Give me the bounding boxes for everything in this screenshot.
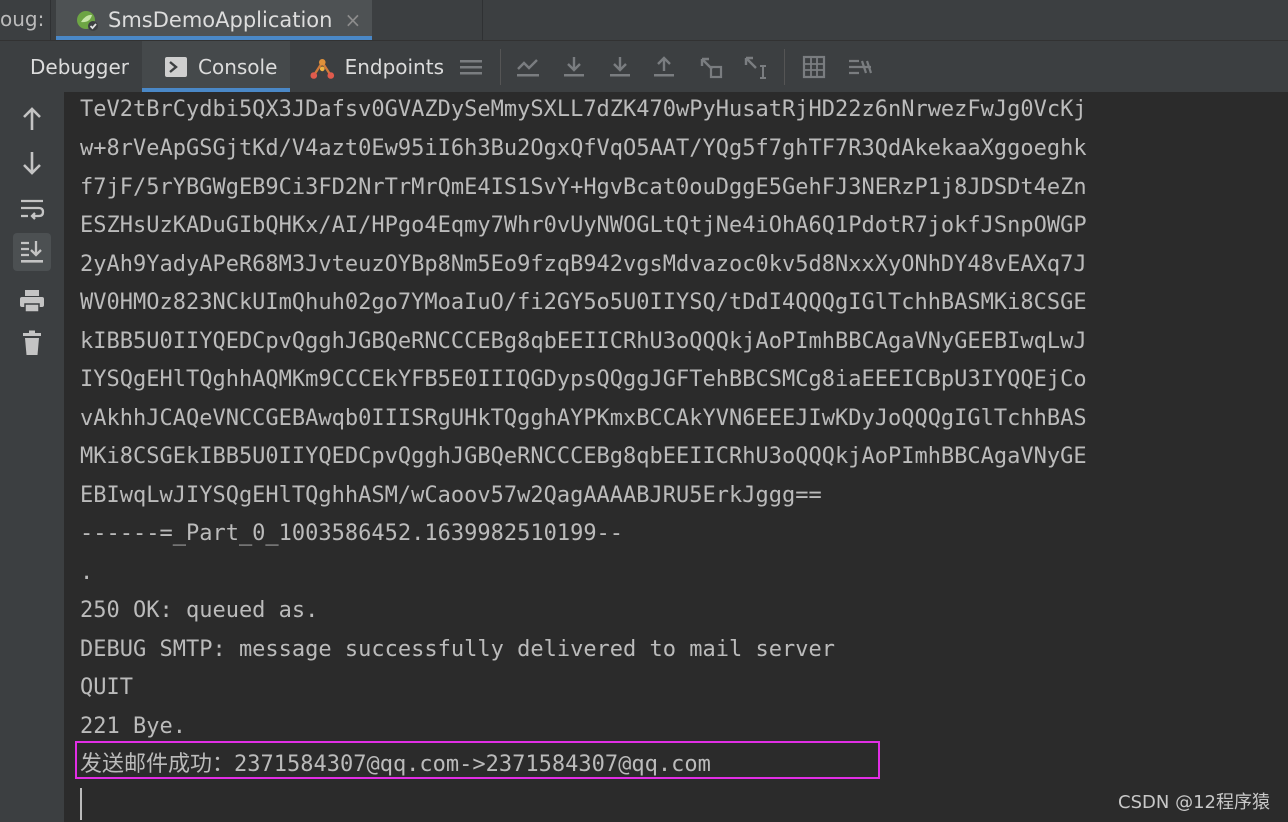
tab-debugger-label: Debugger [30, 54, 129, 79]
active-tab-indicator [56, 36, 372, 40]
console-line: 221 Bye. [80, 714, 186, 739]
show-execution-point-icon[interactable] [514, 53, 542, 81]
tab-console[interactable]: Console [142, 41, 290, 92]
drop-frame-icon[interactable] [697, 53, 725, 81]
console-line: 250 OK: queued as. [80, 598, 319, 623]
run-tab-smsdemoapplication[interactable]: SmsDemoApplication × [56, 0, 372, 40]
console-line: EBIwqLwJIYSQgEHlTQghhASM/wCaoov57w2QagAA… [80, 483, 822, 508]
console-line: QUIT [80, 675, 133, 700]
console-icon [165, 56, 187, 77]
tab-console-label: Console [198, 54, 278, 79]
debug-toolbar: Debugger Console Endpoints [0, 41, 1288, 93]
console-line: WV0HMOz823NCkUImQhuh02go7YMoaIuO/fi2GY5o… [80, 290, 1087, 315]
run-tab-label: SmsDemoApplication [108, 8, 333, 32]
console-side-toolbar [0, 92, 65, 822]
text-cursor [80, 788, 82, 820]
menu-icon[interactable] [457, 53, 485, 81]
down-arrow-icon[interactable] [13, 144, 51, 182]
console-line: ------=_Part_0_1003586452.1639982510199-… [80, 521, 624, 546]
console-line: . [80, 560, 94, 585]
console-line: vAkhhJCAQeVNCCGEBAwqb0IIISRgUHkTQgghAYPK… [80, 406, 1087, 431]
calculator-icon[interactable] [800, 53, 828, 81]
console-line: kIBB5U0IIYQEDCpvQgghJGBQeRNCCCEBg8qbEEII… [80, 329, 1087, 354]
step-over-icon[interactable] [560, 53, 588, 81]
close-icon[interactable]: × [344, 8, 361, 32]
tab-debugger[interactable]: Debugger [12, 41, 138, 92]
console-line: f7jF/5rYBGWgEB9Ci3FD2NrTrMrQmE4IS1SvY+Hg… [80, 175, 1087, 200]
print-icon[interactable] [13, 282, 51, 320]
highlight-box [75, 741, 880, 779]
console-line: MKi8CSGEkIBB5U0IIYQEDCpvQgghJGBQeRNCCCEB… [80, 444, 1087, 469]
soft-wrap-icon[interactable] [13, 190, 51, 228]
console-line: DEBUG SMTP: message successfully deliver… [80, 637, 835, 662]
run-to-cursor-icon[interactable] [742, 53, 770, 81]
console-line: TeV2tBrCydbi5QX3JDafsv0GVAZDySeMmySXLL7d… [80, 97, 1087, 122]
spring-boot-app-icon [77, 11, 98, 31]
console-line: ESZHsUzKADuGIbQHKx/AI/HPgo4Eqmy7Whr0vUyN… [80, 213, 1087, 238]
tab-separator [50, 0, 51, 40]
debug-label-fragment: oug: [0, 7, 45, 31]
toolbar-divider [784, 49, 785, 85]
scroll-to-end-icon[interactable] [13, 233, 51, 271]
console-line: IYSQgEHlTQghhAQMKm9CCCEkYFB5E0IIIQGDypsQ… [80, 367, 1087, 392]
step-into-icon[interactable] [606, 53, 634, 81]
run-tab-strip: oug: SmsDemoApplication × [0, 0, 1288, 41]
tab-separator [482, 0, 483, 40]
up-arrow-icon[interactable] [13, 100, 51, 138]
toolbar-divider [500, 49, 501, 85]
tab-endpoints[interactable]: Endpoints [296, 41, 444, 92]
console-line: 2yAh9YadyAPeR68M3JvteuzOYBp8Nm5Eo9fzqB94… [80, 252, 1087, 277]
console-output[interactable]: TeV2tBrCydbi5QX3JDafsv0GVAZDySeMmySXLL7d… [64, 92, 1288, 822]
step-out-icon[interactable] [650, 53, 678, 81]
watermark: CSDN @12程序猿 [1118, 792, 1270, 813]
trash-icon[interactable] [13, 324, 51, 362]
tab-endpoints-label: Endpoints [344, 54, 444, 79]
console-line: w+8rVeApGSGjtKd/V4azt0Ew95iI6h3Bu2OgxQfV… [80, 136, 1087, 161]
endpoints-icon [310, 58, 335, 79]
trace-icon[interactable] [846, 53, 874, 81]
